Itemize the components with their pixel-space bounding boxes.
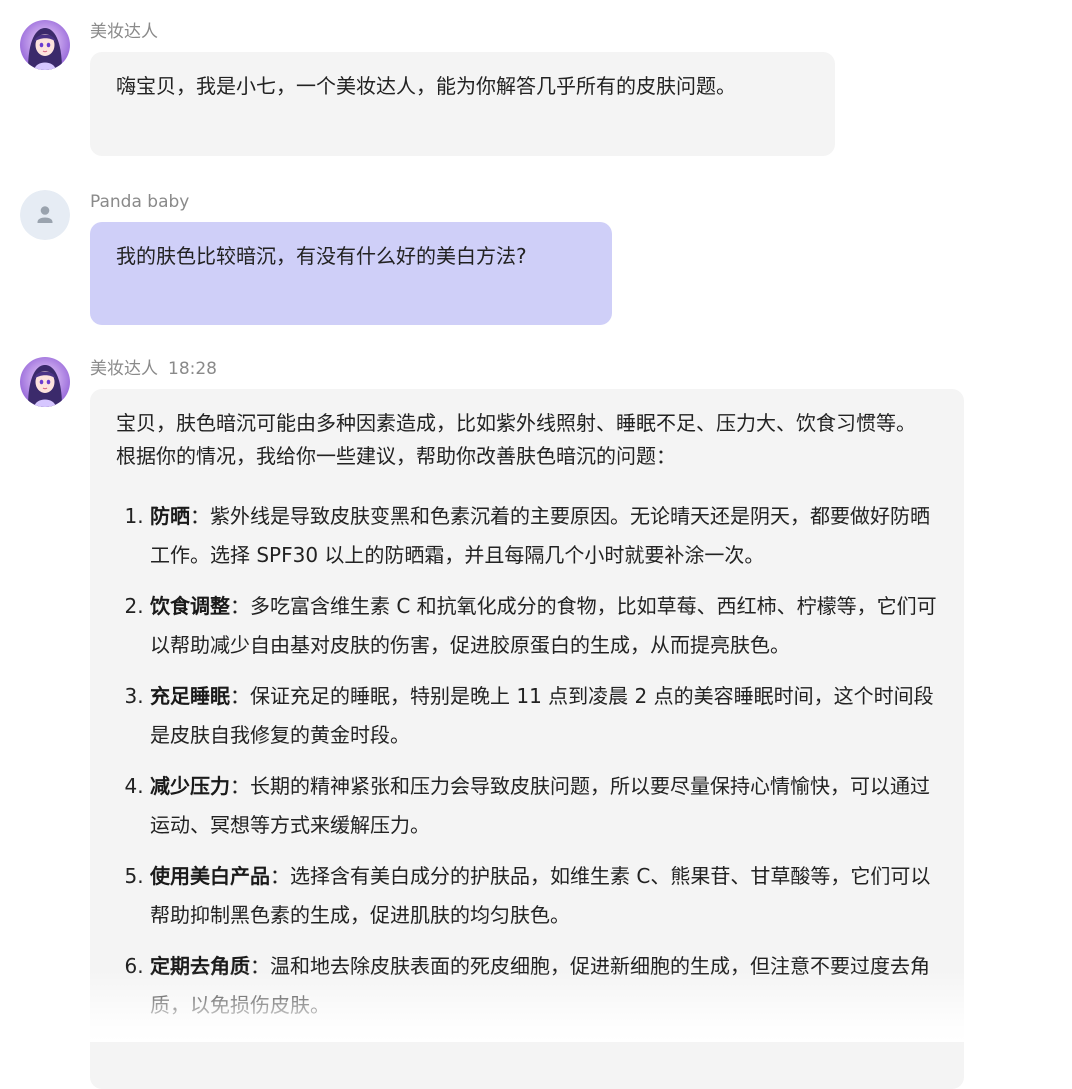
tips-list: 防晒：紫外线是导致皮肤变黑和色素沉着的主要原因。无论晴天还是阴天，都要做好防晒工…: [116, 497, 940, 1024]
list-item: 使用美白产品：选择含有美白成分的护肤品，如维生素 C、熊果苷、甘草酸等，它们可以…: [150, 857, 940, 934]
tip-text: ：多吃富含维生素 C 和抗氧化成分的食物，比如草莓、西红柿、柠檬等，它们可以帮助…: [150, 594, 937, 657]
sender-name: Panda baby: [90, 190, 189, 214]
tip-title: 防晒: [150, 504, 190, 528]
message-text: 嗨宝贝，我是小七，一个美妆达人，能为你解答几乎所有的皮肤问题。: [116, 74, 736, 98]
sender-name-label: 美妆达人: [90, 359, 158, 379]
message-text: 我的肤色比较暗沉，有没有什么好的美白方法?: [116, 244, 527, 268]
message-bubble-bot: 嗨宝贝，我是小七，一个美妆达人，能为你解答几乎所有的皮肤问题。: [90, 52, 835, 156]
tip-text: ：紫外线是导致皮肤变黑和色素沉着的主要原因。无论晴天还是阴天，都要做好防晒工作。…: [150, 504, 930, 567]
list-item: 定期去角质：温和地去除皮肤表面的死皮细胞，促进新细胞的生成，但注意不要过度去角质…: [150, 947, 940, 1024]
message-timestamp: 18:28: [168, 359, 217, 379]
tip-title: 定期去角质: [150, 954, 250, 978]
chat-message-bot-answer: 美妆达人 18:28 宝贝，肤色暗沉可能由多种因素造成，比如紫外线照射、睡眠不足、…: [20, 357, 1050, 1089]
chat-message-user-question: Panda baby 我的肤色比较暗沉，有没有什么好的美白方法?: [20, 190, 1050, 330]
list-item: 充足睡眠：保证充足的睡眠，特别是晚上 11 点到凌晨 2 点的美容睡眠时间，这个…: [150, 677, 940, 754]
user-avatar-icon[interactable]: [20, 190, 70, 240]
list-item: 饮食调整：多吃富含维生素 C 和抗氧化成分的食物，比如草莓、西红柿、柠檬等，它们…: [150, 587, 940, 664]
tip-title: 使用美白产品: [150, 864, 270, 888]
tip-text: ：长期的精神紧张和压力会导致皮肤问题，所以要尽量保持心情愉快，可以通过运动、冥想…: [150, 774, 930, 837]
message-bubble-user: 我的肤色比较暗沉，有没有什么好的美白方法?: [90, 222, 612, 325]
bot-avatar-icon[interactable]: [20, 20, 70, 70]
chat-message-bot-greeting: 美妆达人 嗨宝贝，我是小七，一个美妆达人，能为你解答几乎所有的皮肤问题。: [20, 20, 1050, 160]
list-item: 防晒：紫外线是导致皮肤变黑和色素沉着的主要原因。无论晴天还是阴天，都要做好防晒工…: [150, 497, 940, 574]
tip-title: 减少压力: [150, 774, 230, 798]
sender-name-label: 美妆达人: [90, 22, 158, 42]
tip-text: ：保证充足的睡眠，特别是晚上 11 点到凌晨 2 点的美容睡眠时间，这个时间段是…: [150, 684, 934, 747]
list-item: 减少压力：长期的精神紧张和压力会导致皮肤问题，所以要尽量保持心情愉快，可以通过运…: [150, 767, 940, 844]
tip-title: 饮食调整: [150, 594, 230, 618]
message-intro: 宝贝，肤色暗沉可能由多种因素造成，比如紫外线照射、睡眠不足、压力大、饮食习惯等。…: [116, 411, 916, 468]
sender-meta: 美妆达人 18:28: [90, 357, 217, 381]
bot-avatar-icon[interactable]: [20, 357, 70, 407]
tip-title: 充足睡眠: [150, 684, 230, 708]
message-bubble-bot: 宝贝，肤色暗沉可能由多种因素造成，比如紫外线照射、睡眠不足、压力大、饮食习惯等。…: [90, 389, 964, 1089]
sender-name: 美妆达人: [90, 20, 158, 44]
sender-name-label: Panda baby: [90, 192, 190, 212]
tip-text: ：温和地去除皮肤表面的死皮细胞，促进新细胞的生成，但注意不要过度去角质，以免损伤…: [150, 954, 930, 1017]
